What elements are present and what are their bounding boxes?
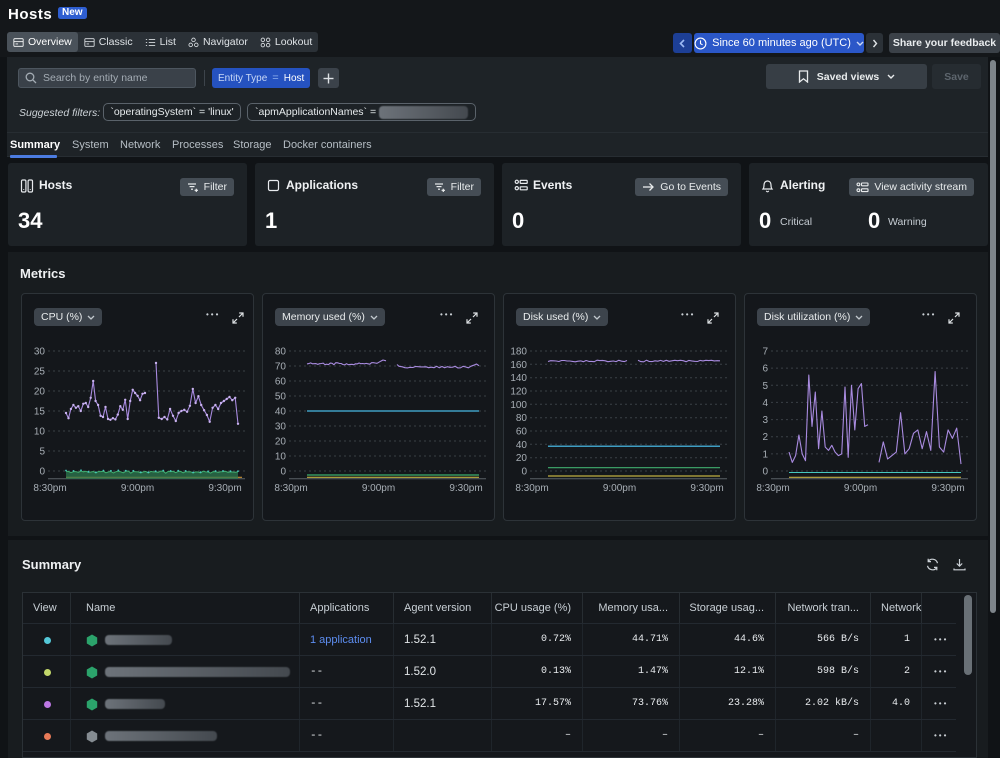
- svg-text:80: 80: [275, 347, 287, 358]
- svg-text:9:30pm: 9:30pm: [449, 483, 482, 494]
- svg-text:100: 100: [510, 400, 527, 411]
- svg-text:9:00pm: 9:00pm: [362, 483, 395, 494]
- svg-text:9:00pm: 9:00pm: [603, 483, 636, 494]
- svg-text:0: 0: [39, 467, 45, 478]
- svg-text:180: 180: [510, 347, 527, 358]
- svg-text:25: 25: [34, 367, 46, 378]
- svg-text:20: 20: [275, 437, 287, 448]
- svg-text:8:30pm: 8:30pm: [274, 483, 307, 494]
- svg-text:160: 160: [510, 360, 527, 371]
- svg-text:30: 30: [34, 347, 46, 358]
- svg-text:9:00pm: 9:00pm: [121, 483, 154, 494]
- svg-text:4: 4: [762, 398, 768, 409]
- svg-text:15: 15: [34, 407, 46, 418]
- svg-text:2: 2: [762, 432, 768, 443]
- svg-text:9:00pm: 9:00pm: [844, 483, 877, 494]
- svg-text:10: 10: [275, 452, 287, 463]
- svg-text:40: 40: [275, 407, 287, 418]
- svg-text:3: 3: [762, 415, 768, 426]
- svg-text:40: 40: [516, 440, 528, 451]
- svg-text:9:30pm: 9:30pm: [931, 483, 964, 494]
- svg-text:1: 1: [762, 449, 768, 460]
- svg-text:6: 6: [762, 364, 768, 375]
- svg-text:30: 30: [275, 422, 287, 433]
- svg-text:0: 0: [280, 467, 286, 478]
- svg-text:80: 80: [516, 413, 528, 424]
- svg-text:120: 120: [510, 387, 527, 398]
- svg-text:10: 10: [34, 427, 46, 438]
- svg-text:9:30pm: 9:30pm: [690, 483, 723, 494]
- svg-text:5: 5: [762, 381, 768, 392]
- svg-text:8:30pm: 8:30pm: [756, 483, 789, 494]
- svg-text:20: 20: [34, 387, 46, 398]
- svg-text:7: 7: [762, 347, 768, 358]
- svg-text:70: 70: [275, 362, 287, 373]
- svg-text:0: 0: [521, 467, 527, 478]
- svg-text:5: 5: [39, 447, 45, 458]
- svg-text:50: 50: [275, 392, 287, 403]
- svg-text:60: 60: [516, 427, 528, 438]
- svg-text:0: 0: [762, 467, 768, 478]
- svg-text:20: 20: [516, 453, 528, 464]
- svg-text:9:30pm: 9:30pm: [208, 483, 241, 494]
- svg-text:8:30pm: 8:30pm: [515, 483, 548, 494]
- svg-text:8:30pm: 8:30pm: [33, 483, 66, 494]
- svg-text:140: 140: [510, 373, 527, 384]
- svg-text:60: 60: [275, 377, 287, 388]
